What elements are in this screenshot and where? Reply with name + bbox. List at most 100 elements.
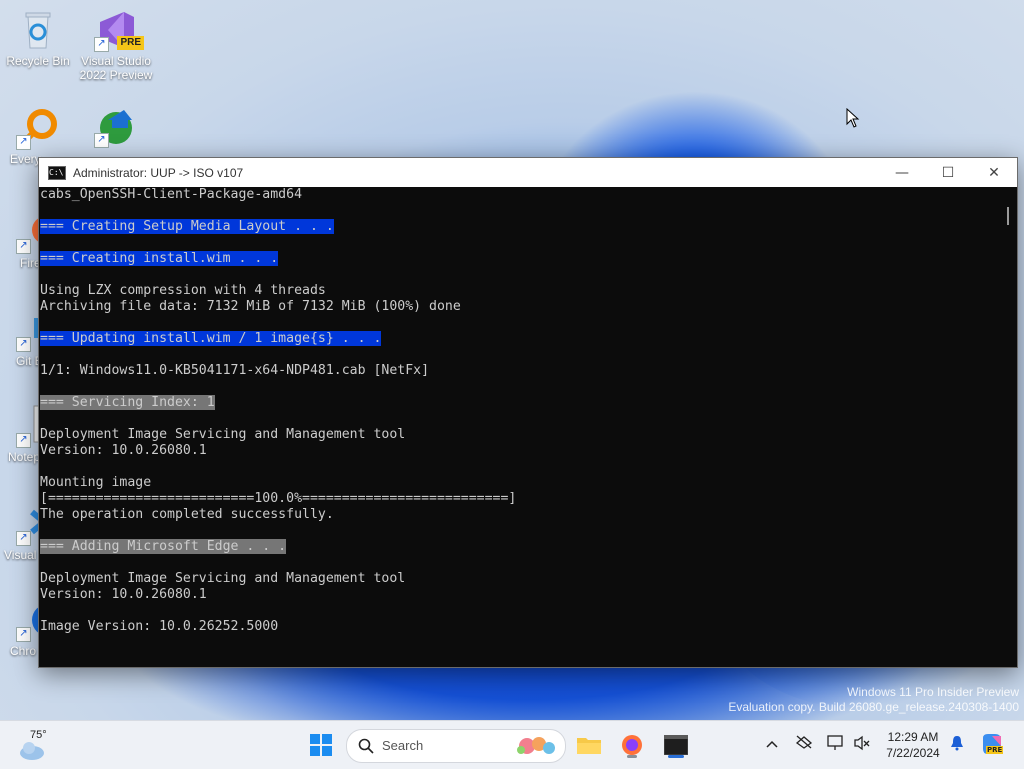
console-line: 1/1: Windows11.0-KB5041171-x64-NDP481.ca… bbox=[40, 363, 998, 379]
shortcut-arrow-icon: ↗ bbox=[94, 133, 109, 148]
console-highlighted-text: === Updating install.wim / 1 image{s} . … bbox=[40, 331, 382, 346]
clock-time: 12:29 AM bbox=[887, 730, 939, 744]
network-disconnected-icon[interactable] bbox=[795, 735, 813, 753]
shortcut-arrow-icon: ↗ bbox=[16, 433, 31, 448]
shortcut-arrow-icon: ↗ bbox=[16, 135, 31, 150]
console-line: The operation completed successfully. bbox=[40, 507, 998, 523]
start-button[interactable] bbox=[303, 729, 339, 761]
console-text: Deployment Image Servicing and Managemen… bbox=[40, 427, 406, 442]
firefox-icon bbox=[622, 735, 642, 755]
console-line: Deployment Image Servicing and Managemen… bbox=[40, 571, 998, 587]
taskbar-file-explorer[interactable] bbox=[571, 729, 607, 761]
notification-bell-icon[interactable] bbox=[948, 735, 966, 753]
taskbar: 75° Search 12:29 AM 7/22/2024 PRE bbox=[0, 720, 1024, 769]
volume-muted-icon[interactable] bbox=[853, 735, 871, 753]
console-text: cabs_OpenSSH-Client-Package-amd64 bbox=[40, 187, 303, 202]
shortcut-arrow-icon: ↗ bbox=[16, 337, 31, 352]
console-text: The operation completed successfully. bbox=[40, 507, 334, 522]
desktop-icon-recycle-bin[interactable]: Recycle Bin bbox=[0, 8, 76, 68]
console-text: 1/1: Windows11.0-KB5041171-x64-NDP481.ca… bbox=[40, 363, 430, 378]
console-line: Deployment Image Servicing and Managemen… bbox=[40, 427, 998, 443]
maximize-button[interactable]: ☐ bbox=[925, 158, 971, 187]
watermark-edition: Windows 11 Pro Insider Preview bbox=[847, 685, 1019, 699]
taskbar-search-box[interactable]: Search bbox=[346, 729, 566, 763]
copilot-pre-badge: PRE bbox=[986, 746, 1004, 754]
console-line: Using LZX compression with 4 threads bbox=[40, 283, 998, 299]
search-placeholder: Search bbox=[382, 738, 424, 753]
watermark-build: Evaluation copy. Build 26080.ge_release.… bbox=[728, 700, 1019, 714]
shortcut-arrow-icon: ↗ bbox=[94, 37, 109, 52]
taskbar-firefox[interactable] bbox=[614, 729, 650, 761]
desktop-icon-label: Recycle Bin bbox=[6, 54, 70, 68]
console-text: Image Version: 10.0.26252.5000 bbox=[40, 619, 279, 634]
mouse-cursor-icon bbox=[846, 107, 860, 132]
search-highlight-icon bbox=[517, 737, 555, 754]
console-line: Version: 10.0.26080.1 bbox=[40, 587, 998, 603]
pre-badge: PRE bbox=[117, 36, 144, 50]
desktop-icon-visual-studio-preview[interactable]: PRE ↗ Visual Studio 2022 Preview bbox=[78, 8, 154, 82]
desktop-icon-download-manager[interactable]: ↗ bbox=[78, 104, 154, 150]
scroll-thumb[interactable] bbox=[1007, 207, 1009, 225]
running-indicator bbox=[627, 755, 637, 758]
taskbar-terminal[interactable] bbox=[658, 729, 694, 761]
folder-icon bbox=[577, 738, 601, 754]
console-line: === Updating install.wim / 1 image{s} . … bbox=[40, 331, 998, 347]
clock-date: 7/22/2024 bbox=[886, 746, 940, 760]
windows-logo-icon bbox=[310, 734, 332, 756]
recycle-bin-icon bbox=[16, 8, 60, 52]
weather-widget[interactable]: 75° bbox=[16, 729, 56, 761]
console-text: Archiving file data: 7132 MiB of 7132 Mi… bbox=[40, 299, 461, 314]
running-indicator bbox=[668, 755, 684, 758]
terminal-icon bbox=[664, 735, 688, 755]
title-bar[interactable]: C:\ Administrator: UUP -> ISO v107 — ☐ ✕ bbox=[39, 158, 1017, 187]
console-line: === Creating Setup Media Layout . . . bbox=[40, 219, 998, 235]
desktop-icon-label: Visual Studio 2022 Preview bbox=[79, 54, 153, 82]
console-text: Mounting image bbox=[40, 475, 152, 490]
vertical-scrollbar[interactable] bbox=[1000, 187, 1017, 666]
console-text: Version: 10.0.26080.1 bbox=[40, 587, 207, 602]
shortcut-arrow-icon: ↗ bbox=[16, 627, 31, 642]
console-line: Image Version: 10.0.26252.5000 bbox=[40, 619, 998, 635]
cmd-icon: C:\ bbox=[48, 165, 66, 180]
window-controls: — ☐ ✕ bbox=[879, 158, 1017, 187]
console-line: === Adding Microsoft Edge . . . bbox=[40, 539, 998, 555]
shortcut-arrow-icon: ↗ bbox=[16, 239, 31, 254]
console-text: Version: 10.0.26080.1 bbox=[40, 443, 207, 458]
globe-download-icon: ↗ bbox=[94, 104, 138, 148]
close-button[interactable]: ✕ bbox=[971, 158, 1017, 187]
console-highlighted-text: === Servicing Index: 1 bbox=[40, 395, 215, 410]
cmd-window[interactable]: C:\ Administrator: UUP -> ISO v107 — ☐ ✕… bbox=[38, 157, 1018, 668]
cloud-icon bbox=[20, 742, 44, 760]
minimize-button[interactable]: — bbox=[879, 158, 925, 187]
console-highlighted-text: === Creating Setup Media Layout . . . bbox=[40, 219, 334, 234]
console-highlighted-text: === Creating install.wim . . . bbox=[40, 251, 279, 266]
window-title: Administrator: UUP -> ISO v107 bbox=[73, 165, 244, 180]
copilot-button[interactable]: PRE bbox=[980, 732, 1004, 756]
magnifier-icon: ↗ bbox=[16, 106, 60, 150]
taskbar-clock[interactable]: 12:29 AM 7/22/2024 bbox=[880, 729, 946, 761]
console-output[interactable]: cabs_OpenSSH-Client-Package-amd64 === Cre… bbox=[40, 187, 998, 666]
console-text: Using LZX compression with 4 threads bbox=[40, 283, 326, 298]
console-text: [==========================100.0%=======… bbox=[40, 491, 517, 506]
weather-temp: 75° bbox=[30, 729, 47, 741]
console-line: Archiving file data: 7132 MiB of 7132 Mi… bbox=[40, 299, 998, 315]
search-icon bbox=[358, 738, 374, 754]
display-icon[interactable] bbox=[827, 735, 845, 753]
console-line: [==========================100.0%=======… bbox=[40, 491, 998, 507]
console-line: === Creating install.wim . . . bbox=[40, 251, 998, 267]
console-line: cabs_OpenSSH-Client-Package-amd64 bbox=[40, 187, 998, 203]
chevron-up-icon[interactable] bbox=[763, 735, 781, 753]
console-line: Version: 10.0.26080.1 bbox=[40, 443, 998, 459]
